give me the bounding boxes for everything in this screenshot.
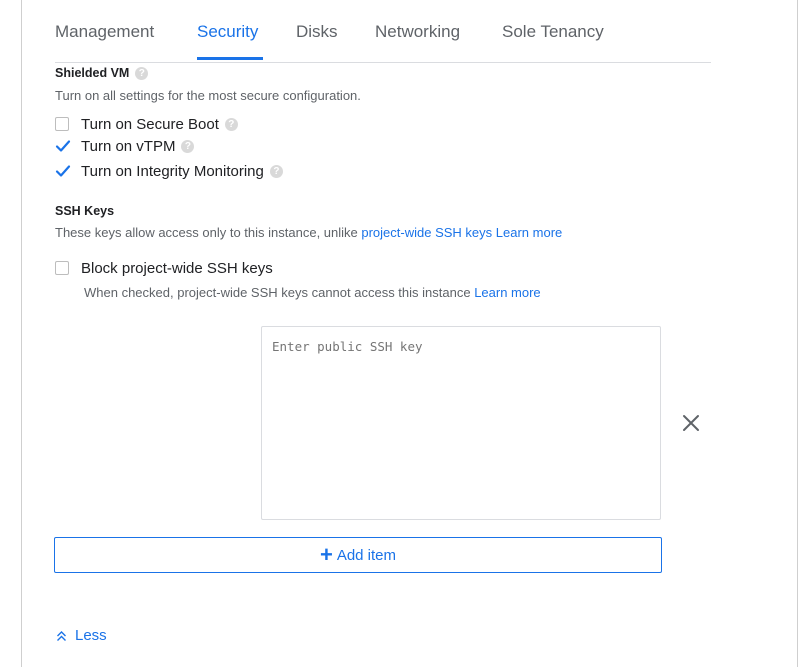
block-ssh-keys-label: Block project-wide SSH keys [81, 259, 273, 277]
integrity-checkbox-checkmark-icon[interactable] [55, 163, 71, 179]
help-circle-icon[interactable]: ? [224, 117, 238, 131]
block-ssh-keys-option: Block project-wide SSH keys [55, 257, 273, 279]
add-item-button[interactable]: + Add item [54, 537, 662, 573]
tab-sole-tenancy[interactable]: Sole Tenancy [502, 22, 604, 42]
block-ssh-keys-checkbox[interactable] [55, 261, 69, 275]
block-ssh-keys-help-text: When checked, project-wide SSH keys cann… [84, 285, 475, 300]
vm-settings-panel: Management Security Disks Networking Sol… [21, 0, 798, 667]
block-ssh-keys-help: When checked, project-wide SSH keys cann… [84, 285, 541, 300]
shielded-vm-description: Turn on all settings for the most secure… [55, 88, 361, 103]
shielded-vm-heading: Shielded VM? [55, 66, 149, 81]
integrity-monitoring-label: Turn on Integrity Monitoring [81, 162, 264, 180]
vtpm-option: Turn on vTPM ? [55, 135, 195, 157]
project-wide-ssh-keys-link[interactable]: project-wide SSH keys [361, 225, 492, 240]
block-learn-more-link[interactable]: Learn more [474, 285, 540, 300]
tab-management[interactable]: Management [55, 22, 154, 42]
plus-icon: + [319, 542, 333, 567]
integrity-monitoring-option: Turn on Integrity Monitoring ? [55, 160, 283, 182]
tab-networking[interactable]: Networking [375, 22, 460, 42]
ssh-keys-description: These keys allow access only to this ins… [55, 225, 562, 240]
vtpm-checkbox-checkmark-icon[interactable] [55, 138, 71, 154]
double-chevron-up-icon [57, 630, 66, 641]
secure-boot-option: Turn on Secure Boot ? [55, 113, 238, 135]
vtpm-label: Turn on vTPM [81, 137, 176, 155]
tab-security[interactable]: Security [197, 22, 258, 42]
add-item-label: Add item [336, 546, 397, 564]
help-circle-icon[interactable]: ? [181, 139, 195, 153]
tab-disks[interactable]: Disks [296, 22, 338, 42]
less-label: Less [75, 627, 107, 644]
shielded-vm-title: Shielded VM [55, 66, 130, 80]
active-tab-indicator [197, 57, 263, 60]
ssh-keys-heading: SSH Keys [55, 204, 115, 218]
secure-boot-checkbox[interactable] [55, 117, 69, 131]
secure-boot-label: Turn on Secure Boot [81, 115, 219, 133]
ssh-key-input[interactable] [261, 326, 661, 520]
ssh-keys-description-text: These keys allow access only to this ins… [55, 225, 362, 240]
less-toggle[interactable]: Less [56, 627, 107, 644]
help-circle-icon[interactable]: ? [135, 67, 149, 81]
learn-more-link[interactable]: Learn more [496, 225, 562, 240]
help-circle-icon[interactable]: ? [269, 164, 283, 178]
close-icon[interactable] [680, 412, 702, 434]
tab-bar: Management Security Disks Networking Sol… [55, 0, 711, 63]
